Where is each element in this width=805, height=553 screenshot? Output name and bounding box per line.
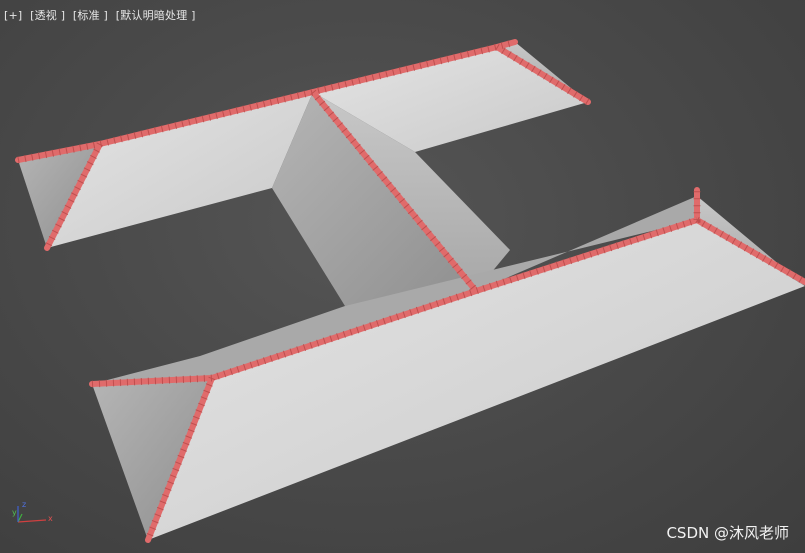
axis-y-label: y [12, 508, 17, 517]
viewport-perspective[interactable]: [+] [透视 ] [标准 ] [默认明暗处理 ] x y z CSDN @沐风… [0, 0, 805, 553]
scene-3d-model[interactable] [0, 0, 805, 553]
axis-x-label: x [48, 514, 53, 523]
watermark-text: CSDN @沐风老师 [666, 524, 789, 542]
axis-gizmo: x y z [8, 500, 58, 530]
axis-z-label: z [22, 500, 27, 509]
